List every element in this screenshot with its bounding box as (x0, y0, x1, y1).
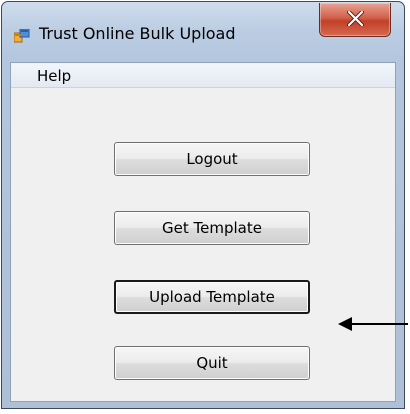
menu-item-help[interactable]: Help (37, 67, 71, 85)
window-title: Trust Online Bulk Upload (39, 24, 236, 43)
quit-button[interactable]: Quit (114, 346, 310, 380)
logout-button[interactable]: Logout (114, 142, 310, 176)
title-bar[interactable]: Trust Online Bulk Upload (2, 2, 404, 62)
get-template-button[interactable]: Get Template (114, 211, 310, 245)
app-window: Trust Online Bulk Upload Help Logout Get… (1, 1, 405, 409)
left-arrow-icon (338, 317, 408, 331)
app-window-icon (13, 28, 30, 43)
close-button[interactable] (319, 3, 391, 37)
menu-bar: Help (11, 63, 395, 88)
client-area: Help Logout Get Template Upload Template… (10, 62, 396, 402)
close-x-icon (347, 11, 364, 26)
upload-template-button[interactable]: Upload Template (114, 280, 310, 314)
